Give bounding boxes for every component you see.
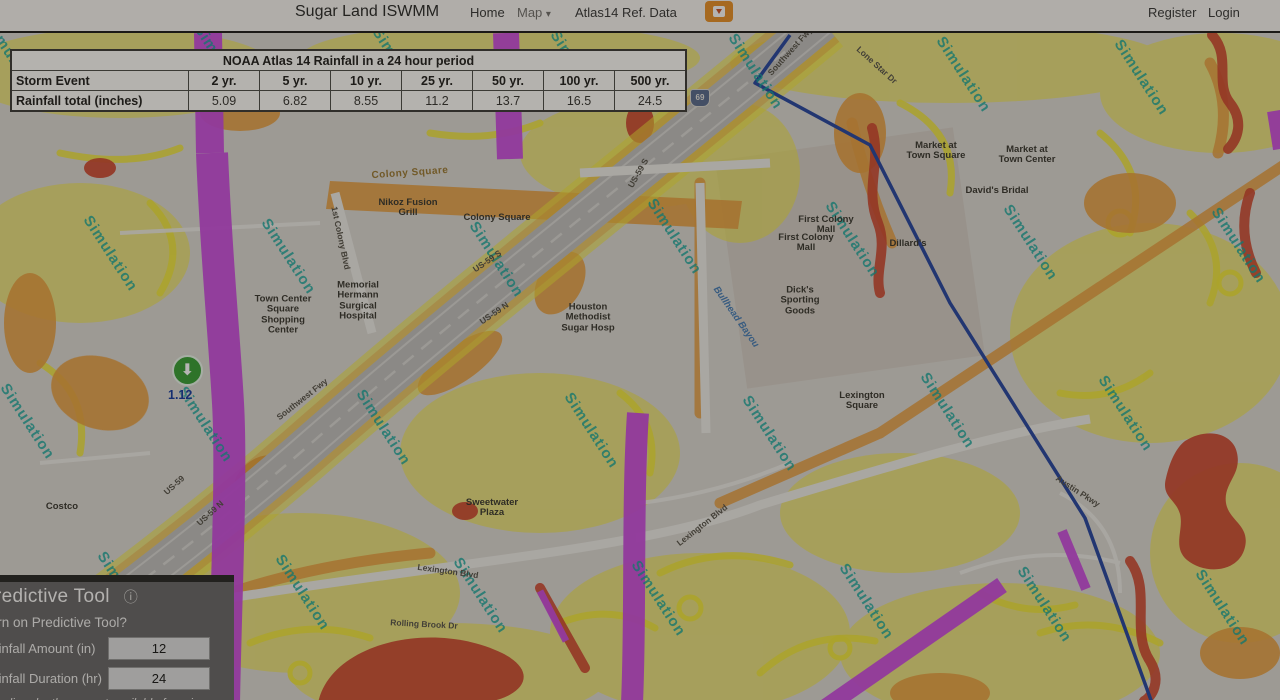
rainfall-value: 16.5 <box>544 91 615 112</box>
predictive-tool-note: Flooding depths are not available for ra… <box>0 696 234 700</box>
storm-col-header: 10 yr. <box>331 71 402 91</box>
rainfall-value: 6.82 <box>260 91 331 112</box>
nav-home[interactable]: Home <box>470 5 505 20</box>
rainfall-duration-label: Rainfall Duration (hr) <box>0 671 108 686</box>
rainfall-value: 11.2 <box>402 91 473 112</box>
nav-map-dropdown[interactable]: Map ▾ <box>517 5 551 20</box>
info-icon[interactable]: ⓘ <box>124 587 138 607</box>
panel-top-bar <box>0 575 234 582</box>
rainfall-table-title: NOAA Atlas 14 Rainfall in a 24 hour peri… <box>11 50 686 71</box>
flood-depth-value: 1.12 <box>168 388 192 402</box>
storm-col-header: 100 yr. <box>544 71 615 91</box>
nav-atlas14-ref-data[interactable]: Atlas14 Ref. Data <box>575 5 677 20</box>
flood-depth-marker[interactable]: ⬇ <box>172 355 203 386</box>
rainfall-duration-input[interactable] <box>108 667 210 690</box>
rainfall-value: 13.7 <box>473 91 544 112</box>
predictive-tool-panel: Predictive Tool ⓘ Turn on Predictive Too… <box>0 575 234 700</box>
chevron-down-icon: ▾ <box>546 9 551 20</box>
storm-col-header: 500 yr. <box>615 71 687 91</box>
storm-col-header: 25 yr. <box>402 71 473 91</box>
rainfall-amount-input[interactable] <box>108 637 210 660</box>
alert-button[interactable] <box>705 1 733 22</box>
nav-login[interactable]: Login <box>1208 5 1240 20</box>
rainfall-value: 24.5 <box>615 91 687 112</box>
rainfall-value: 8.55 <box>331 91 402 112</box>
green-down-arrow-icon: ⬇ <box>181 363 194 379</box>
nav-register[interactable]: Register <box>1148 5 1196 20</box>
rainfall-total-label: Rainfall total (inches) <box>11 91 189 112</box>
rainfall-amount-label: Rainfall Amount (in) <box>0 641 108 656</box>
storm-col-header: 50 yr. <box>473 71 544 91</box>
predictive-tool-title: Predictive Tool <box>0 586 110 608</box>
storm-event-header: Storm Event <box>11 71 189 91</box>
warning-download-icon <box>713 6 725 17</box>
rainfall-table: NOAA Atlas 14 Rainfall in a 24 hour peri… <box>10 49 687 112</box>
top-nav: Sugar Land ISWMM Home Map ▾ Atlas14 Ref.… <box>0 0 1280 33</box>
rainfall-value: 5.09 <box>189 91 260 112</box>
storm-col-header: 5 yr. <box>260 71 331 91</box>
app-window: Sugar Land ISWMM Home Map ▾ Atlas14 Ref.… <box>0 0 1280 700</box>
predictive-tool-question: Turn on Predictive Tool? <box>0 615 234 630</box>
storm-col-header: 2 yr. <box>189 71 260 91</box>
highway-shield-69: 69 <box>690 89 710 107</box>
app-title: Sugar Land ISWMM <box>295 3 439 21</box>
